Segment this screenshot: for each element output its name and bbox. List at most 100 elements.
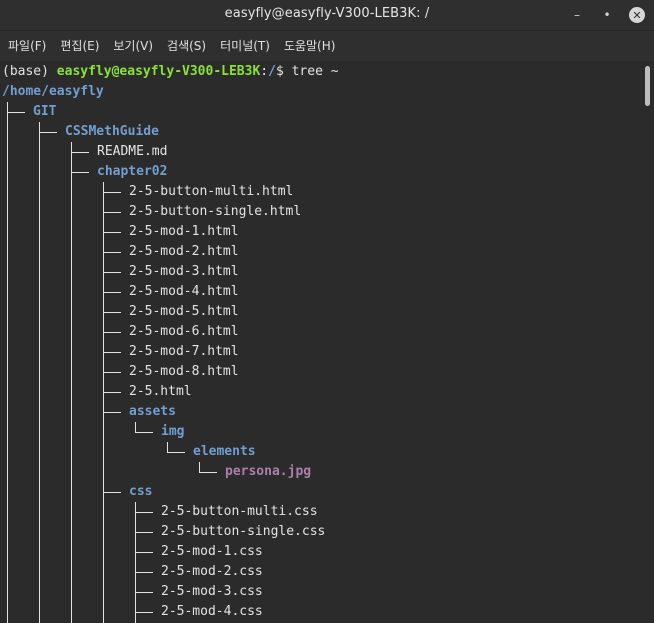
tree-file-name: 2-5-mod-3.css xyxy=(161,584,263,599)
tree-branch-connector xyxy=(103,212,121,213)
menu-edit[interactable]: 편집(E) xyxy=(53,31,106,61)
terminal-output[interactable]: (base) easyfly@easyfly-V300-LEB3K:/$ tre… xyxy=(0,62,640,623)
tree-entry: 2-5-mod-5.html xyxy=(0,302,640,322)
tree-entry: 2-5-button-single.css xyxy=(0,522,640,542)
prompt-command: tree ~ xyxy=(291,64,339,79)
tree-entry: 2-5-mod-4.html xyxy=(0,282,640,302)
prompt-separator: : xyxy=(260,64,269,79)
menu-help[interactable]: 도움말(H) xyxy=(277,31,343,61)
tree-child-stem xyxy=(199,462,200,472)
tree-branch-connector xyxy=(103,232,121,233)
tree-file-name: 2-5-mod-3.html xyxy=(129,264,239,279)
tree-child-stem xyxy=(103,182,104,623)
tree-entry: elements xyxy=(0,442,640,462)
close-button[interactable]: ✕ xyxy=(627,5,647,25)
prompt-path: / xyxy=(268,64,276,79)
tree-dir-name: elements xyxy=(193,444,256,459)
tree-file-name: 2-5-mod-4.html xyxy=(129,284,239,299)
close-icon: ✕ xyxy=(629,7,645,23)
tree-branch-connector xyxy=(103,312,121,313)
tree-entry: 2-5-mod-8.html xyxy=(0,362,640,382)
tree-entry: README.md xyxy=(0,142,640,162)
maximize-button[interactable]: • xyxy=(597,5,617,25)
tree-branch-connector xyxy=(135,552,153,553)
tree-child-stem xyxy=(39,122,40,623)
menu-terminal[interactable]: 터미널(T) xyxy=(213,31,277,61)
tree-branch-connector xyxy=(103,332,121,333)
terminal-window: easyfly@easyfly-V300-LEB3K: / – • ✕ 파일(F… xyxy=(0,0,654,623)
title-bar[interactable]: easyfly@easyfly-V300-LEB3K: / – • ✕ xyxy=(0,0,654,31)
tree-dir-name: css xyxy=(129,484,153,499)
tree-file-name: 2-5-mod-2.css xyxy=(161,564,263,579)
tree-branch-connector xyxy=(135,432,153,433)
tree-branch-connector xyxy=(135,532,153,533)
menu-bar: 파일(F) 편집(E) 보기(V) 검색(S) 터미널(T) 도움말(H) xyxy=(0,31,654,61)
tree-branch-connector xyxy=(39,132,57,133)
tree-entry: 2-5-mod-3.css xyxy=(0,582,640,602)
tree-branch-connector xyxy=(103,252,121,253)
tree-file-name: 2-5-mod-1.css xyxy=(161,544,263,559)
tree-branch-connector xyxy=(103,272,121,273)
tree-branch-connector xyxy=(103,372,121,373)
tree-dir-name: assets xyxy=(129,404,176,419)
tree-file-name: 2-5-mod-2.html xyxy=(129,244,239,259)
maximize-icon: • xyxy=(603,8,611,22)
tree-entry: CSSMethGuide xyxy=(0,122,640,142)
tree-dir-name: CSSMethGuide xyxy=(65,124,159,139)
tree-branch-connector xyxy=(103,352,121,353)
tree-entry: css xyxy=(0,482,640,502)
tree-file-name: 2-5-mod-5.html xyxy=(129,304,239,319)
tree-entry: img xyxy=(0,422,640,442)
menu-search[interactable]: 검색(S) xyxy=(160,31,213,61)
tree-root: /home/easyfly xyxy=(0,82,640,102)
tree-branch-connector xyxy=(7,112,25,113)
tree-entry: chapter02 xyxy=(0,162,640,182)
tree-image-name: persona.jpg xyxy=(225,464,312,479)
prompt-user-host: easyfly@easyfly-V300-LEB3K xyxy=(56,64,261,79)
scrollbar[interactable] xyxy=(641,62,654,623)
tree-entry: 2-5-button-multi.css xyxy=(0,502,640,522)
prompt-symbol: $ xyxy=(275,64,292,79)
menu-view[interactable]: 보기(V) xyxy=(106,31,160,61)
tree-file-name: 2-5-button-multi.html xyxy=(129,184,294,199)
tree-entry: 2-5-mod-6.html xyxy=(0,322,640,342)
tree-file-name: 2-5-mod-7.html xyxy=(129,344,239,359)
window-title: easyfly@easyfly-V300-LEB3K: / xyxy=(224,6,430,21)
menu-file[interactable]: 파일(F) xyxy=(0,31,53,61)
tree-entry: assets xyxy=(0,402,640,422)
tree-child-stem xyxy=(135,502,136,623)
tree-entry: 2-5.html xyxy=(0,382,640,402)
tree-file-name: 2-5.html xyxy=(129,384,192,399)
tree-file-name: 2-5-button-multi.css xyxy=(161,504,318,519)
tree-branch-connector xyxy=(71,152,89,153)
tree-entry: 2-5-mod-1.html xyxy=(0,222,640,242)
tree-file-name: 2-5-mod-1.html xyxy=(129,224,239,239)
tree-entry: 2-5-mod-7.html xyxy=(0,342,640,362)
tree-branch-connector xyxy=(103,392,121,393)
tree-entry: persona.jpg xyxy=(0,462,640,482)
tree-child-stem xyxy=(135,422,136,432)
tree-branch-connector xyxy=(135,572,153,573)
tree-file-name: 2-5-button-single.css xyxy=(161,524,326,539)
tree-child-stem xyxy=(167,442,168,452)
tree-root-path: /home/easyfly xyxy=(2,84,104,99)
tree-branch-connector xyxy=(71,172,89,173)
tree-branch-connector xyxy=(135,612,153,613)
prompt-line: (base) easyfly@easyfly-V300-LEB3K:/$ tre… xyxy=(0,62,640,82)
tree-root-stem xyxy=(7,102,8,623)
tree-branch-connector xyxy=(167,452,185,453)
tree-branch-connector xyxy=(103,492,121,493)
tree-entry: 2-5-button-single.html xyxy=(0,202,640,222)
tree-branch-connector xyxy=(103,412,121,413)
minimize-button[interactable]: – xyxy=(567,5,587,25)
tree-entry: 2-5-mod-3.html xyxy=(0,262,640,282)
tree-branch-connector xyxy=(103,192,121,193)
tree-dir-name: chapter02 xyxy=(97,164,168,179)
tree-file-name: 2-5-button-single.html xyxy=(129,204,302,219)
tree-listing: GIT CSSMethGuide README.md chapter02 2-5-but… xyxy=(0,102,640,622)
tree-dir-name: GIT xyxy=(33,104,57,119)
tree-entry: 2-5-mod-4.css xyxy=(0,602,640,622)
tree-entry: 2-5-mod-2.html xyxy=(0,242,640,262)
scrollbar-thumb[interactable] xyxy=(645,66,650,106)
tree-branch-connector xyxy=(135,592,153,593)
